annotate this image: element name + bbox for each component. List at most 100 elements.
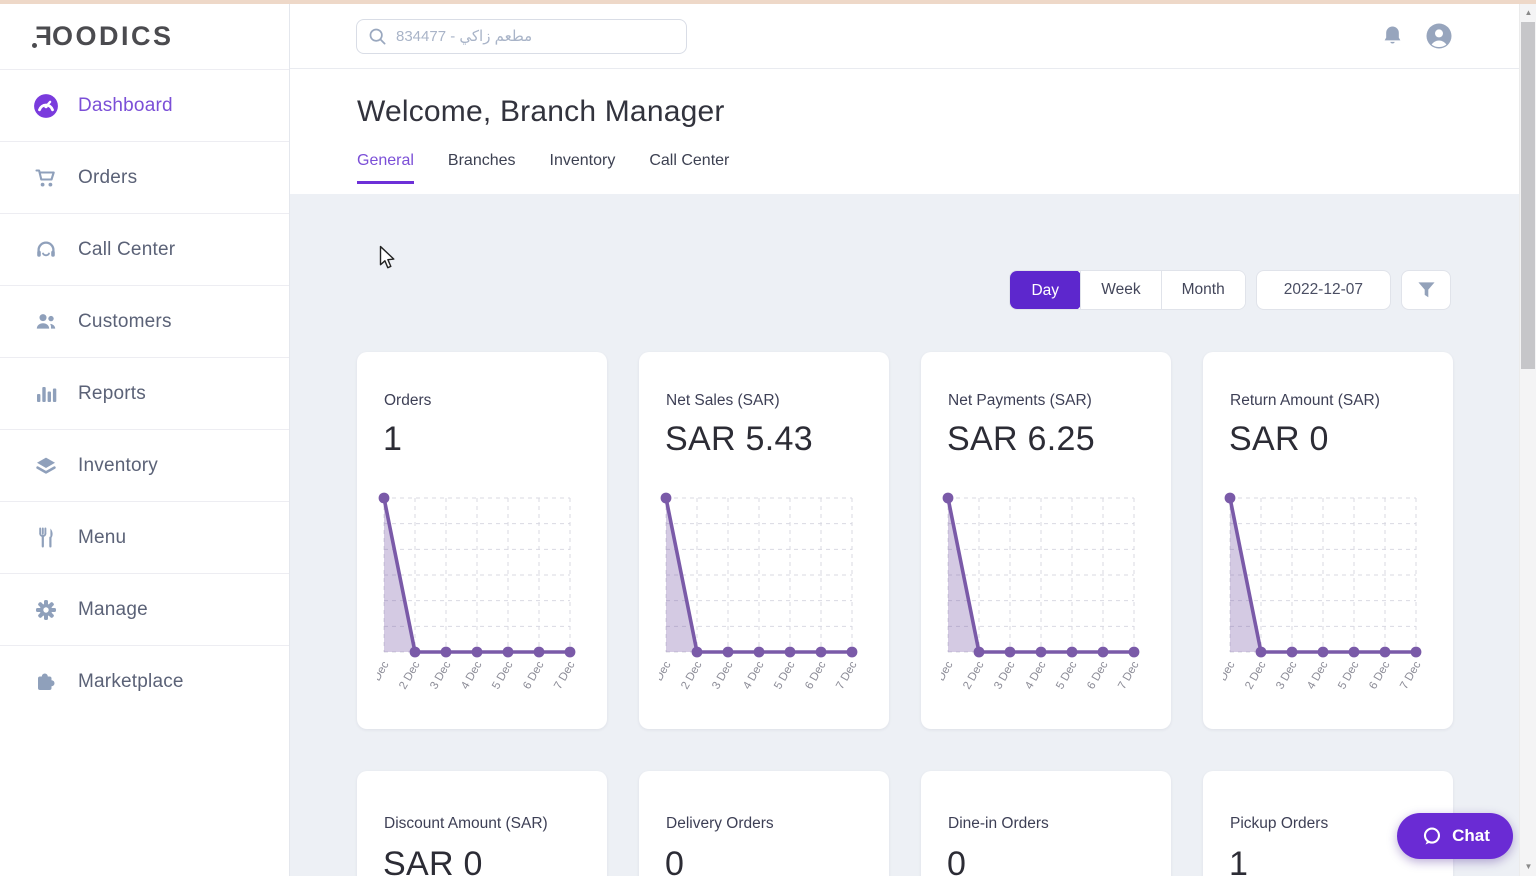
search-input[interactable] [396, 27, 675, 45]
svg-text:6 Dec: 6 Dec [803, 659, 829, 691]
svg-text:2 Dec: 2 Dec [961, 659, 987, 691]
dashboard-content: Day Week Month 2022-12-07 Orders 1 1 Dec… [290, 194, 1519, 876]
card-title: Delivery Orders [666, 815, 774, 832]
scrollbar-up-arrow[interactable]: ▲ [1520, 4, 1536, 21]
card-value: SAR 0 [383, 845, 483, 876]
return-amount-card: Return Amount (SAR) SAR 0 1 Dec 2 Dec 3 De… [1203, 352, 1453, 729]
gear-icon [33, 597, 59, 623]
sidebar-item-label: Marketplace [78, 670, 184, 692]
svg-text:7 Dec: 7 Dec [552, 659, 578, 691]
chat-button-label: Chat [1452, 826, 1490, 845]
svg-text:5 Dec: 5 Dec [772, 659, 798, 691]
net-sales-chart: 1 Dec 2 Dec 3 Dec 4 Dec 5 Dec 6 Dec 7 Dec [648, 486, 865, 722]
sidebar: FOODICS Dashboard Orders Call Center Cus… [0, 4, 290, 876]
card-value: 0 [665, 845, 685, 876]
card-title: Net Sales (SAR) [666, 392, 780, 409]
scrollbar-thumb[interactable] [1521, 22, 1535, 369]
topbar [290, 4, 1519, 69]
tab-branches[interactable]: Branches [448, 152, 516, 184]
date-picker-button[interactable]: 2022-12-07 [1255, 270, 1391, 310]
card-value: SAR 5.43 [665, 420, 813, 458]
notification-bell-icon[interactable] [1381, 24, 1404, 49]
tab-inventory[interactable]: Inventory [550, 152, 616, 184]
scrollbar-down-arrow[interactable]: ▼ [1520, 858, 1536, 875]
foodics-logo[interactable]: FOODICS [32, 21, 174, 52]
card-title: Discount Amount (SAR) [384, 815, 548, 832]
card-title: Return Amount (SAR) [1230, 392, 1380, 409]
svg-text:4 Dec: 4 Dec [741, 659, 767, 691]
sidebar-item-customers[interactable]: Customers [0, 285, 289, 357]
sidebar-item-marketplace[interactable]: Marketplace [0, 645, 289, 717]
sidebar-item-reports[interactable]: Reports [0, 357, 289, 429]
sidebar-item-manage[interactable]: Manage [0, 573, 289, 645]
orders-card: Orders 1 1 Dec 2 Dec 3 Dec 4 Dec 5 Dec 6 Dec 7… [357, 352, 607, 729]
sidebar-item-dashboard[interactable]: Dashboard [0, 69, 289, 141]
sidebar-item-inventory[interactable]: Inventory [0, 429, 289, 501]
puzzle-icon [33, 669, 59, 695]
return-amount-chart: 1 Dec 2 Dec 3 Dec 4 Dec 5 Dec 6 Dec 7 Dec [1212, 486, 1429, 722]
svg-text:2 Dec: 2 Dec [397, 659, 423, 691]
sidebar-item-label: Reports [78, 382, 146, 404]
main-area: Welcome, Branch Manager General Branches… [290, 69, 1519, 876]
branch-search[interactable] [356, 18, 687, 54]
metric-cards-row-1: Orders 1 1 Dec 2 Dec 3 Dec 4 Dec 5 Dec 6 Dec 7… [357, 352, 1453, 729]
filter-button[interactable] [1401, 270, 1451, 310]
period-month-button[interactable]: Month [1160, 271, 1245, 309]
tab-call-center[interactable]: Call Center [649, 152, 729, 184]
logo-rest: OODICS [52, 21, 174, 51]
svg-text:4 Dec: 4 Dec [1305, 659, 1331, 691]
delivery-orders-card: Delivery Orders 0 [639, 771, 889, 876]
sidebar-item-call-center[interactable]: Call Center [0, 213, 289, 285]
sidebar-item-label: Dashboard [78, 94, 173, 116]
svg-text:5 Dec: 5 Dec [490, 659, 516, 691]
card-value: 1 [1229, 845, 1249, 876]
sidebar-item-label: Manage [78, 598, 148, 620]
orders-chart: 1 Dec 2 Dec 3 Dec 4 Dec 5 Dec 6 Dec 7 Dec [366, 486, 583, 722]
card-title: Pickup Orders [1230, 815, 1329, 832]
card-title: Orders [384, 392, 432, 409]
card-value: 1 [383, 420, 403, 458]
browser-scrollbar: ▲ ▼ [1519, 4, 1536, 876]
net-sales-card: Net Sales (SAR) SAR 5.43 1 Dec 2 Dec 3 Dec… [639, 352, 889, 729]
card-title: Net Payments (SAR) [948, 392, 1092, 409]
svg-text:7 Dec: 7 Dec [834, 659, 860, 691]
svg-text:4 Dec: 4 Dec [1023, 659, 1049, 691]
period-week-button[interactable]: Week [1080, 271, 1161, 309]
chat-bubble-icon [1420, 825, 1443, 848]
svg-text:1 Dec: 1 Dec [377, 659, 392, 691]
logo-letter-f: F [33, 21, 52, 51]
svg-text:5 Dec: 5 Dec [1336, 659, 1362, 691]
chat-button[interactable]: Chat [1397, 813, 1513, 859]
card-value: 0 [947, 845, 967, 876]
sidebar-item-label: Call Center [78, 238, 176, 260]
svg-text:1 Dec: 1 Dec [1223, 659, 1238, 691]
svg-text:5 Dec: 5 Dec [1054, 659, 1080, 691]
topbar-icons [1381, 22, 1453, 50]
svg-text:6 Dec: 6 Dec [1085, 659, 1111, 691]
sidebar-item-orders[interactable]: Orders [0, 141, 289, 213]
svg-text:7 Dec: 7 Dec [1398, 659, 1424, 691]
layers-icon [33, 453, 59, 479]
user-avatar-icon[interactable] [1425, 22, 1453, 50]
net-payments-chart: 1 Dec 2 Dec 3 Dec 4 Dec 5 Dec 6 Dec 7 Dec [930, 486, 1147, 722]
funnel-icon [1417, 281, 1436, 299]
cart-icon [33, 165, 59, 191]
sidebar-item-menu[interactable]: Menu [0, 501, 289, 573]
utensils-icon [33, 525, 59, 551]
net-payments-card: Net Payments (SAR) SAR 6.25 1 Dec 2 Dec 3 … [921, 352, 1171, 729]
svg-text:6 Dec: 6 Dec [1367, 659, 1393, 691]
svg-text:3 Dec: 3 Dec [992, 659, 1018, 691]
dine-in-orders-card: Dine-in Orders 0 [921, 771, 1171, 876]
page-title: Welcome, Branch Manager [357, 95, 725, 128]
svg-text:3 Dec: 3 Dec [428, 659, 454, 691]
svg-text:3 Dec: 3 Dec [710, 659, 736, 691]
svg-text:1 Dec: 1 Dec [659, 659, 674, 691]
sidebar-item-label: Inventory [78, 454, 158, 476]
search-icon [368, 27, 387, 46]
card-value: SAR 0 [1229, 420, 1329, 458]
svg-text:2 Dec: 2 Dec [1243, 659, 1269, 691]
tab-general[interactable]: General [357, 152, 414, 184]
svg-text:2 Dec: 2 Dec [679, 659, 705, 691]
period-day-button[interactable]: Day [1010, 271, 1082, 309]
period-controls: Day Week Month 2022-12-07 [1009, 270, 1451, 310]
